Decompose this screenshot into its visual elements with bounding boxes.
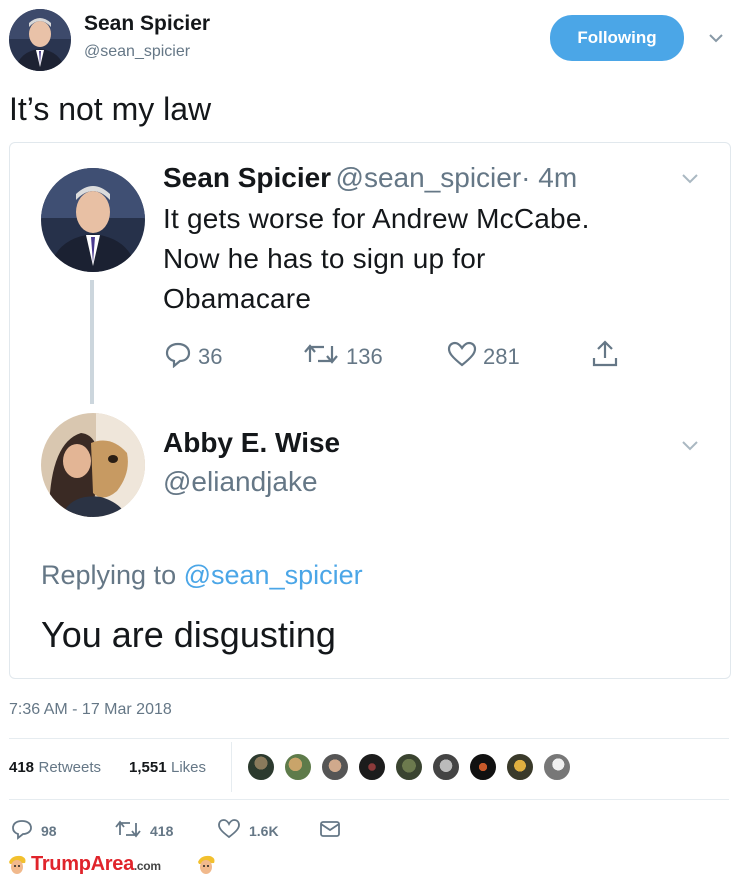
quoted-like-button[interactable]: 281 (447, 340, 520, 374)
watermark-suffix: .com (133, 859, 161, 873)
quoted-text-line: Now he has to sign up for (163, 243, 486, 274)
chevron-down-icon[interactable] (679, 172, 701, 191)
retweet-icon (114, 818, 142, 843)
likes-count: 1,551 (129, 759, 167, 776)
quoted-text-line: It gets worse for Andrew McCabe. (163, 203, 590, 234)
author-handle[interactable]: @sean_spicier (84, 43, 190, 61)
like-count: 1.6K (249, 822, 279, 839)
quoted-time[interactable]: · 4m (521, 162, 577, 193)
heart-icon (447, 340, 477, 374)
retweet-count: 418 (150, 822, 174, 839)
likes-label: Likes (171, 759, 207, 776)
quoted-author-name[interactable]: Sean Spicier (163, 162, 331, 193)
reply-button[interactable]: 98 (11, 818, 57, 843)
divider (9, 799, 729, 800)
watermark-brand: TrumpArea (31, 853, 134, 875)
liker-avatar[interactable] (283, 752, 313, 782)
quoted-text-line: Obamacare (163, 283, 312, 314)
reply-author-avatar[interactable] (41, 413, 145, 517)
quoted-reply-count: 36 (198, 344, 223, 369)
trump-head-icon (6, 853, 28, 877)
tweet-timestamp[interactable]: 7:36 AM - 17 Mar 2018 (9, 701, 172, 719)
retweet-icon (302, 340, 340, 374)
reply-icon (11, 818, 33, 843)
quoted-retweet-count: 136 (346, 344, 383, 369)
liker-avatar[interactable] (542, 752, 572, 782)
watermark: TrumpArea.com (31, 853, 161, 876)
quoted-author-handle[interactable]: @sean_spicier (336, 162, 522, 193)
trump-head-icon (195, 853, 217, 877)
share-icon[interactable] (589, 338, 621, 370)
chevron-down-icon[interactable] (679, 439, 701, 458)
retweet-button[interactable]: 418 (114, 818, 173, 843)
retweets-stat[interactable]: 418 Retweets (9, 759, 101, 777)
retweets-count: 418 (9, 759, 35, 776)
reply-text: You are disgusting (41, 614, 336, 655)
heart-icon (217, 818, 241, 843)
dm-icon[interactable] (318, 818, 342, 840)
quoted-reply-button[interactable]: 36 (164, 340, 222, 374)
tweet-text: It’s not my law (9, 91, 212, 127)
replying-to: Replying to @sean_spicier (41, 560, 363, 591)
reply-author-name[interactable]: Abby E. Wise (163, 427, 340, 459)
liker-avatars[interactable] (246, 752, 586, 784)
liker-avatar[interactable] (357, 752, 387, 782)
reply-icon (164, 340, 192, 374)
stats-separator (231, 742, 232, 792)
quoted-retweet-button[interactable]: 136 (302, 340, 383, 374)
author-name[interactable]: Sean Spicier (84, 12, 210, 36)
likes-stat[interactable]: 1,551 Likes (129, 759, 206, 777)
quoted-tweet-text: It gets worse for Andrew McCabe. Now he … (163, 199, 703, 319)
author-avatar[interactable] (9, 9, 71, 71)
liker-avatar[interactable] (246, 752, 276, 782)
thread-connector (90, 280, 94, 404)
liker-avatar[interactable] (320, 752, 350, 782)
following-button[interactable]: Following (550, 15, 684, 61)
liker-avatar[interactable] (505, 752, 535, 782)
quoted-like-count: 281 (483, 344, 520, 369)
reply-count: 98 (41, 822, 57, 839)
liker-avatar[interactable] (394, 752, 424, 782)
like-button[interactable]: 1.6K (217, 818, 279, 843)
chevron-down-icon[interactable] (707, 31, 725, 49)
quoted-author-avatar[interactable] (41, 168, 145, 272)
replying-to-handle[interactable]: @sean_spicier (184, 560, 363, 590)
replying-to-label: Replying to (41, 560, 177, 590)
divider (9, 738, 729, 739)
reply-author-handle[interactable]: @eliandjake (163, 466, 318, 498)
retweets-label: Retweets (38, 759, 102, 776)
liker-avatar[interactable] (468, 752, 498, 782)
liker-avatar[interactable] (431, 752, 461, 782)
